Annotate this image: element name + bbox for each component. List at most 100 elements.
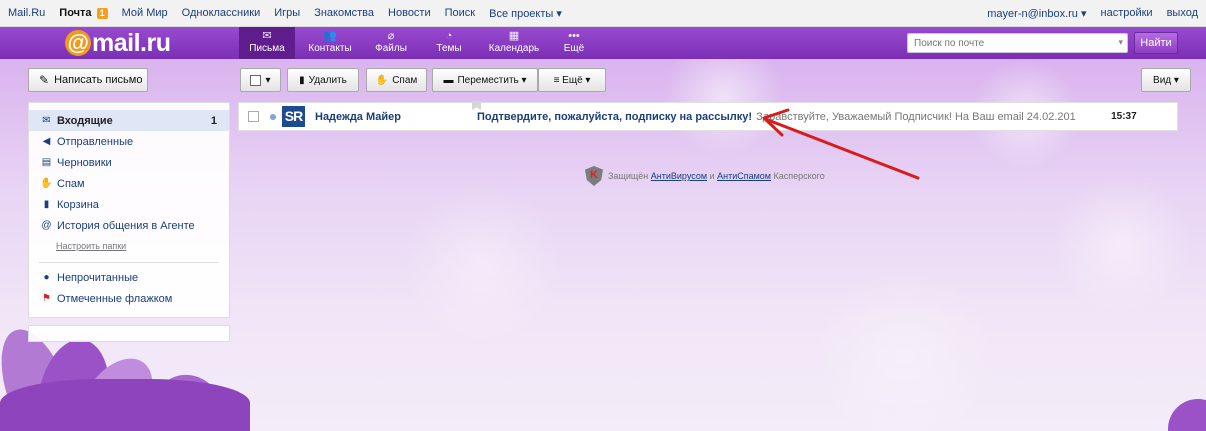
crocus-flower-image [0, 379, 250, 431]
sidebar-item-label: Черновики [57, 156, 112, 169]
portal-link-all-projects[interactable]: Все проекты ▾ [489, 7, 562, 20]
antivirus-link[interactable]: АнтиВирусом [651, 171, 707, 181]
paperclip-icon: ⌀ [387, 30, 395, 42]
portal-link-search[interactable]: Поиск [445, 7, 475, 19]
envelope-icon: ✉ [262, 30, 272, 42]
tab-calendar[interactable]: ▦ Календарь [483, 27, 545, 59]
tab-more[interactable]: ••• Ещё [556, 27, 592, 59]
search-input[interactable] [908, 34, 1108, 52]
folder-list: ✉ Входящие 1 ◀ Отправленные ▤ Черновики … [28, 102, 230, 318]
sidebar-item-flagged[interactable]: ⚑ Отмеченные флажком [29, 288, 229, 309]
mailru-logo[interactable]: @ mail.ru [65, 28, 195, 58]
logout-link[interactable]: выход [1167, 7, 1198, 19]
view-label: Вид ▾ [1153, 74, 1179, 86]
draft-icon: ▤ [41, 157, 52, 168]
portal-link-mail-label[interactable]: Почта [59, 7, 91, 19]
tab-files[interactable]: ⌀ Файлы [367, 27, 415, 59]
more-actions-button[interactable]: ≡ Ещё ▾ [538, 68, 606, 92]
sidebar-item-label: Входящие [57, 114, 113, 127]
portal-link-mailru[interactable]: Mail.Ru [8, 7, 45, 19]
kaspersky-protection-note: K Защищён АнтиВирусом и АнтиСпамом Каспе… [585, 166, 825, 186]
tab-calendar-label: Календарь [488, 43, 540, 54]
message-checkbox[interactable] [248, 111, 259, 122]
portal-link-mail[interactable]: Почта 1 [59, 7, 108, 19]
sidebar-item-spam[interactable]: ✋ Спам [29, 173, 229, 194]
portal-link-games[interactable]: Игры [274, 7, 300, 19]
sidebar-item-trash[interactable]: ▮ Корзина [29, 194, 229, 215]
delete-button[interactable]: ▮ Удалить [287, 68, 359, 92]
sidebar-item-label: История общения в Агенте [57, 219, 195, 232]
portal-right-group: mayer-n@inbox.ru ▾ настройки выход [973, 7, 1198, 20]
sidebar-item-label: Отправленные [57, 135, 134, 148]
calendar-icon: ▦ [508, 30, 520, 42]
sidebar-item-label: Спам [57, 177, 85, 190]
sidebar-item-label: Непрочитанные [57, 271, 139, 284]
folder-settings-link[interactable]: Настроить папки [29, 236, 229, 257]
delete-label: Удалить [308, 74, 347, 86]
antispam-link[interactable]: АнтиСпамом [717, 171, 771, 181]
select-all-dropdown[interactable]: ▾ [240, 68, 281, 92]
sidebar-item-unread[interactable]: ● Непрочитанные [29, 267, 229, 288]
portal-bar: Mail.Ru Почта 1 Мой Мир Одноклассники Иг… [0, 0, 1206, 27]
logo-text: mail.ru [92, 28, 171, 57]
thumbs-down-icon: ✋ [40, 178, 53, 189]
compose-button[interactable]: ✎ Написать письмо [28, 68, 148, 92]
unread-dot-icon[interactable] [270, 113, 276, 120]
search-button[interactable]: Найти [1134, 32, 1178, 54]
protection-prefix: Защищён [608, 171, 649, 181]
logo-at-icon: @ [65, 30, 91, 56]
protection-and: и [709, 171, 715, 181]
settings-link[interactable]: настройки [1101, 7, 1153, 19]
mail-header: @ mail.ru ✉ Письма 👥 Контакты ⌀ Файлы ◔ … [0, 27, 1206, 59]
message-sender: Надежда Майер [315, 110, 401, 123]
portal-link-dating[interactable]: Знакомства [314, 7, 374, 19]
view-button[interactable]: Вид ▾ [1141, 68, 1191, 92]
tab-contacts-label: Контакты [308, 43, 352, 54]
tab-themes-label: Темы [436, 43, 462, 54]
bookmark-flag-icon[interactable] [472, 101, 481, 110]
thumbs-down-icon: ✋ [375, 74, 389, 86]
spam-label: Спам [392, 74, 418, 86]
more-actions-label: ≡ Ещё ▾ [553, 74, 591, 86]
avatar: SR [282, 106, 305, 127]
tab-files-label: Файлы [375, 43, 407, 54]
chevron-down-icon[interactable]: ▾ [1118, 37, 1123, 48]
message-snippet: Здравствуйте, Уважаемый Подписчик! На Ва… [756, 110, 1076, 123]
compose-label: Написать письмо [54, 74, 143, 86]
trash-icon: ▮ [43, 199, 50, 210]
more-icon: ••• [568, 30, 580, 42]
kaspersky-shield-icon: K [585, 166, 603, 186]
sidebar-item-label: Отмеченные флажком [57, 292, 173, 305]
move-button[interactable]: ▬ Переместить ▾ [432, 68, 538, 92]
folder-icon: ▬ [443, 74, 454, 86]
crocus-flower-image [1168, 399, 1206, 431]
tab-contacts[interactable]: 👥 Контакты [299, 27, 361, 59]
reply-arrow-icon: ◀ [42, 136, 51, 147]
table-row[interactable]: SR Надежда Майер Подтвердите, пожалуйста… [238, 101, 1178, 131]
portal-link-odnoklassniki[interactable]: Одноклассники [182, 7, 261, 19]
portal-link-my-world[interactable]: Мой Мир [122, 7, 168, 19]
user-menu[interactable]: mayer-n@inbox.ru ▾ [987, 7, 1086, 20]
sidebar-divider [39, 262, 219, 263]
sidebar-item-drafts[interactable]: ▤ Черновики [29, 152, 229, 173]
portal-link-news[interactable]: Новости [388, 7, 431, 19]
spam-button[interactable]: ✋ Спам [366, 68, 427, 92]
tab-letters[interactable]: ✉ Письма [239, 27, 295, 59]
sidebar-item-sent[interactable]: ◀ Отправленные [29, 131, 229, 152]
move-label: Переместить ▾ [457, 74, 527, 86]
contacts-icon: 👥 [323, 30, 337, 42]
sidebar-extra-panel [28, 325, 230, 342]
tab-themes[interactable]: ◔ Темы [427, 27, 471, 59]
protection-suffix: Касперского [773, 171, 825, 181]
mail-unread-badge: 1 [96, 8, 108, 19]
sidebar-item-agent-history[interactable]: @ История общения в Агенте [29, 215, 229, 236]
envelope-icon: ✉ [42, 115, 51, 126]
pencil-icon: ✎ [39, 73, 50, 87]
tab-letters-label: Письма [249, 43, 285, 54]
select-all-checkbox[interactable] [250, 74, 262, 86]
sidebar-item-inbox[interactable]: ✉ Входящие 1 [29, 110, 229, 131]
palette-icon: ◔ [445, 30, 453, 42]
dot-icon: ● [43, 272, 50, 283]
flag-icon: ⚑ [42, 293, 51, 304]
trash-icon: ▮ [299, 74, 305, 86]
